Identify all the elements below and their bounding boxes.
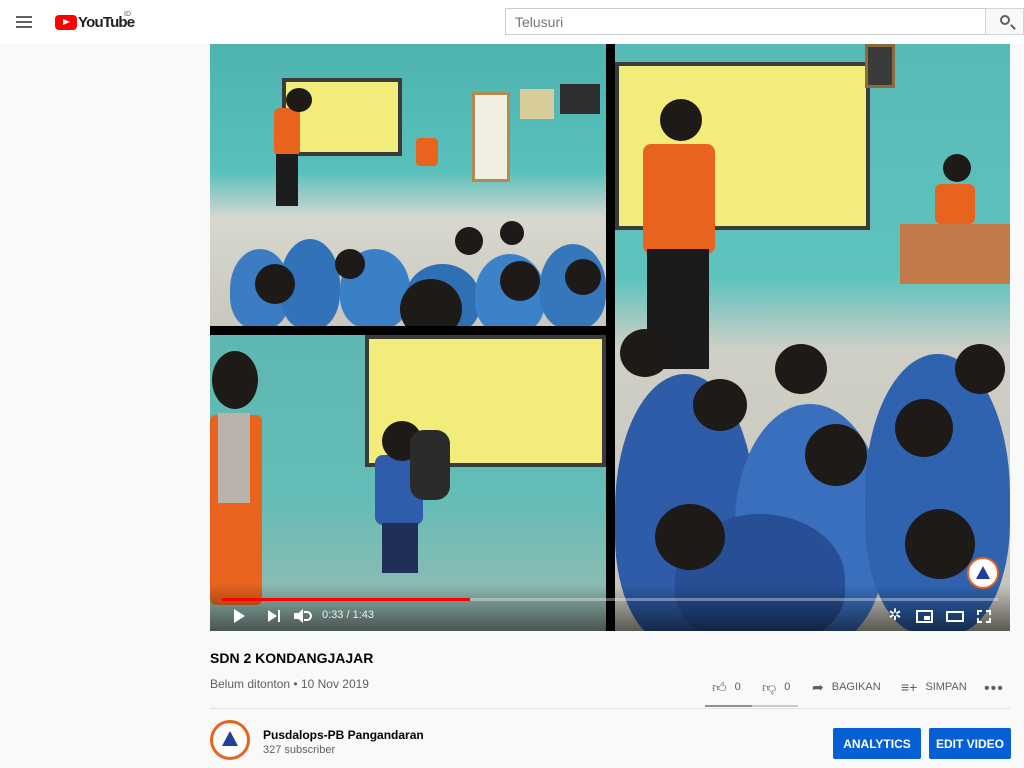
like-count: 0	[734, 681, 741, 693]
menu-icon[interactable]	[12, 10, 36, 34]
time-display: 0:33 / 1:43	[322, 609, 374, 621]
share-button[interactable]: ➦ BAGIKAN	[812, 676, 881, 698]
fullscreen-icon[interactable]	[977, 610, 991, 623]
subscriber-count: 327 subscriber	[263, 744, 336, 756]
like-button[interactable]: 👍︎ 0	[712, 676, 741, 698]
youtube-logo-icon	[55, 14, 77, 30]
share-label: BAGIKAN	[831, 681, 881, 693]
progress-played	[222, 598, 471, 601]
like-ratio-bar	[705, 705, 798, 707]
dislike-icon: 👎︎	[762, 678, 777, 695]
volume-icon[interactable]	[294, 609, 314, 623]
video-frame-panel-top-left	[210, 44, 606, 326]
search-input[interactable]	[506, 9, 985, 34]
save-icon: ≡+	[901, 679, 918, 695]
channel-avatar[interactable]	[210, 720, 250, 760]
save-label: SIMPAN	[925, 681, 967, 693]
miniplayer-icon[interactable]	[916, 610, 933, 623]
video-title: SDN 2 KONDANGJAJAR	[210, 650, 374, 666]
settings-icon[interactable]: ✲	[887, 608, 903, 624]
channel-name[interactable]: Pusdalops-PB Pangandaran	[263, 728, 424, 742]
share-icon: ➦	[812, 678, 824, 695]
next-icon[interactable]	[268, 610, 282, 622]
progress-bar[interactable]	[222, 598, 998, 601]
divider	[210, 708, 1010, 709]
search-box	[505, 8, 986, 35]
search-icon	[1000, 15, 1010, 25]
edit-video-button[interactable]: EDIT VIDEO	[929, 728, 1011, 759]
more-icon[interactable]: •••	[984, 680, 1004, 698]
search-button[interactable]	[985, 8, 1024, 35]
dislike-count: 0	[784, 681, 791, 693]
masthead: YouTube ID	[0, 0, 1024, 44]
video-meta: Belum ditonton • 10 Nov 2019	[210, 677, 369, 691]
video-frame-panel-right	[615, 44, 1010, 631]
video-player[interactable]: 0:33 / 1:43 ✲	[210, 44, 1010, 631]
play-icon[interactable]	[234, 609, 245, 623]
youtube-logo[interactable]: YouTube	[55, 12, 135, 32]
analytics-button[interactable]: ANALYTICS	[833, 728, 921, 759]
dislike-button[interactable]: 👎︎ 0	[762, 676, 790, 698]
player-controls: 0:33 / 1:43 ✲	[210, 584, 1010, 631]
like-icon: 👍︎	[712, 678, 727, 695]
country-code: ID	[124, 11, 131, 18]
theater-icon[interactable]	[946, 611, 964, 622]
save-button[interactable]: ≡+ SIMPAN	[901, 676, 967, 698]
